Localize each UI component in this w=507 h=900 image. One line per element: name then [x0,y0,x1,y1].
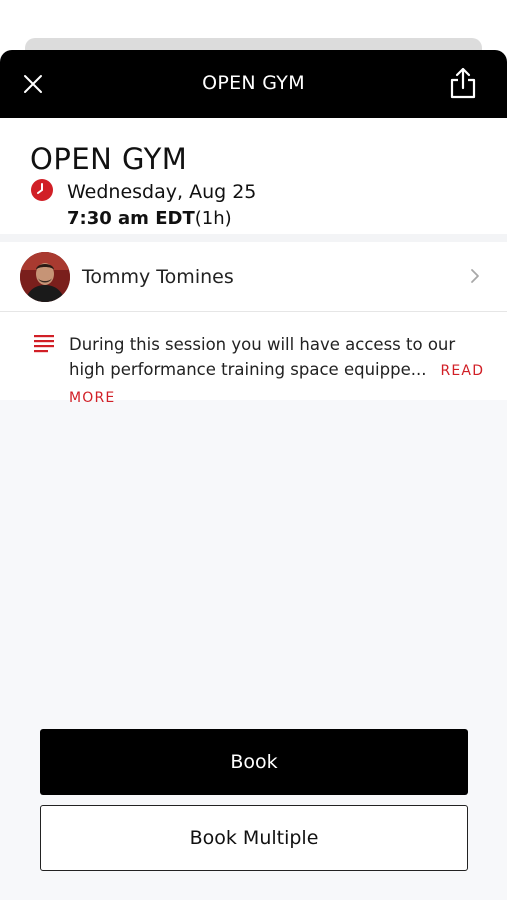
header-bar: OPEN GYM [0,50,507,118]
chevron-right-icon [471,269,479,283]
instructor-name: Tommy Tomines [82,266,234,288]
session-time: 7:30 am EDT(1h) [67,208,232,229]
avatar [20,252,70,302]
class-detail-sheet: OPEN GYM OPEN GYM Wednesday, Aug 25 7:30… [0,50,507,900]
book-multiple-button[interactable]: Book Multiple [40,805,468,871]
share-icon[interactable] [448,66,478,100]
session-duration: (1h) [194,208,232,229]
description-body: During this session you will have access… [69,335,456,379]
book-button[interactable]: Book [40,729,468,795]
instructor-row[interactable]: Tommy Tomines [0,242,507,312]
session-date: Wednesday, Aug 25 [67,181,257,203]
session-start-time: 7:30 am EDT [67,208,195,229]
class-title: OPEN GYM [30,142,188,176]
header-title: OPEN GYM [202,72,305,94]
section-divider [0,234,507,242]
description-section: During this session you will have access… [0,312,507,406]
instructor-photo [20,252,70,302]
description-text: During this session you will have access… [69,332,489,411]
session-info: OPEN GYM Wednesday, Aug 25 7:30 am EDT(1… [0,118,507,234]
clock-icon [31,179,53,201]
description-lines-icon [34,335,54,353]
